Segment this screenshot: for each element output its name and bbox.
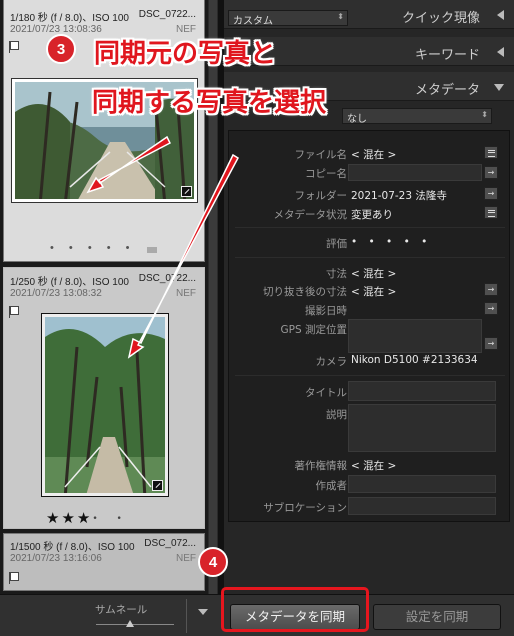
creator-field[interactable] [348,475,496,493]
collapse-arrow-icon [497,10,504,20]
field-label: フォルダー [294,190,348,202]
metadata-title: メタデータ [414,83,480,98]
highlight-box [221,587,369,632]
metadata-row-copyright: 著作権情報 < 混在 > [229,456,511,475]
metadata-preset-value: なし [347,114,367,125]
divider [235,375,505,376]
toolbar-menu-icon[interactable] [198,609,208,615]
thumbnail-size-slider[interactable] [96,624,174,625]
metadata-row-cropped: 切り抜き後の寸法 < 混在 > [229,282,511,301]
photo-thumbnail[interactable] [41,313,169,497]
arrow-right-icon[interactable]: → [484,166,498,179]
step-4-marker: 4 [198,547,228,577]
chevron-updown-icon: ⬍ [481,110,488,119]
flag-icon[interactable] [9,572,19,584]
thumbnail-size-label: サムネール [95,604,148,616]
field-label: GPS 測定位置 [280,324,347,336]
field-label: タイトル [305,387,347,399]
field-label: メタデータ状況 [273,209,348,221]
metadata-row-capture-time: 撮影日時 [229,301,511,320]
flag-icon[interactable] [9,306,19,318]
collapse-arrow-icon [497,47,504,57]
keywords-title: キーワード [414,48,480,63]
arrow-right-icon[interactable]: → [484,302,498,315]
metadata-row-camera: カメラ Nikon D5100 #2133634 [229,352,511,371]
field-value: 変更あり [351,209,393,221]
star-rating[interactable]: ★★★• • [46,509,130,527]
field-label: 説明 [326,409,347,421]
metadata-row-status: メタデータ状況 変更あり [229,205,511,224]
file-name: DSC_0722... [138,273,196,284]
metadata-row-dimensions: 寸法 < 混在 > [229,264,511,283]
rating-empty: • • [92,514,130,524]
field-value[interactable]: < 混在 > [351,458,396,473]
metadata-preset-select[interactable]: なし ⬍ [342,108,492,125]
file-name: DSC_072... [144,538,196,549]
list-menu-icon[interactable] [484,146,498,159]
file-extension: NEF [176,553,196,564]
capture-date: 2021/07/23 13:08:32 [10,288,102,299]
field-value: 2021-07-23 法隆寺 [351,190,447,202]
divider [235,227,505,228]
saved-preset-value: カスタム [233,16,273,27]
field-value: < 混在 > [351,268,397,280]
sync-settings-button[interactable]: 設定を同期 [373,604,501,630]
field-value: Nikon D5100 #2133634 [351,354,478,366]
field-value[interactable]: < 混在 > [351,147,396,162]
rating-dots[interactable]: • • • • • [50,242,135,254]
arrow-right-icon[interactable]: → [484,337,498,350]
field-label: 著作権情報 [294,460,348,472]
capture-date: 2021/07/23 13:08:36 [10,24,102,35]
field-label: 撮影日時 [305,305,347,317]
file-extension: NEF [176,288,196,299]
color-label-icon [147,247,157,253]
expand-arrow-icon [494,84,504,91]
metadata-row-rating: 評価 • • • • • [229,234,511,253]
field-label: コピー名 [305,168,347,180]
title-field[interactable] [348,381,496,401]
step-3-marker: 3 [46,34,76,64]
exposure-info: 1/250 秒 (f / 8.0)、ISO 100 [10,277,129,288]
field-label: 切り抜き後の寸法 [263,286,347,298]
sublocation-field[interactable] [348,497,496,515]
metadata-row-filename: ファイル名 < 混在 > [229,145,511,164]
capture-date: 2021/07/23 13:16:06 [10,553,102,564]
rating-dots[interactable]: • • • • • [351,236,431,248]
list-menu-icon[interactable] [484,206,498,219]
filmstrip-cell-target[interactable]: 1/250 秒 (f / 8.0)、ISO 100 DSC_0722... 20… [3,267,205,529]
divider [235,257,505,258]
callout-line-2: 同期する写真を選択 [92,88,327,118]
divider [186,599,187,633]
slider-knob-icon[interactable] [126,620,134,627]
rating-stars: ★★★ [46,509,93,527]
field-label: 作成者 [315,480,348,492]
metadata-fields: ファイル名 < 混在 > コピー名 → フォルダー 2021-07-23 法隆寺… [228,130,510,522]
gps-field[interactable] [348,319,482,353]
quick-develop-title: クイック現像 [401,11,480,26]
caption-field[interactable] [348,404,496,452]
exposure-info: 1/180 秒 (f / 8.0)、ISO 100 [10,13,129,24]
filmstrip-cell[interactable]: 1/1500 秒 (f / 8.0)、ISO 100 DSC_072... 20… [3,533,205,591]
develop-settings-icon [181,186,192,197]
field-label: サブロケーション [263,502,347,514]
field-value: < 混在 > [351,286,397,298]
copy-name-field[interactable] [348,164,482,181]
field-label: カメラ [315,356,348,368]
develop-settings-icon [152,480,163,491]
metadata-row-folder: フォルダー 2021-07-23 法隆寺 [229,186,511,205]
file-name: DSC_0722... [138,9,196,20]
flag-icon[interactable] [9,41,19,53]
callout-line-1: 同期元の写真と [94,39,277,69]
quick-develop-header[interactable]: カスタム ⬍ クイック現像 [224,0,514,29]
chevron-updown-icon: ⬍ [337,12,344,21]
saved-preset-select[interactable]: カスタム ⬍ [228,10,348,27]
exposure-info: 1/1500 秒 (f / 8.0)、ISO 100 [10,542,135,553]
arrow-right-icon[interactable]: → [484,187,498,200]
lightroom-window: 1/180 秒 (f / 8.0)、ISO 100 DSC_0722... 20… [0,0,514,636]
field-label: ファイル名 [294,149,348,161]
field-label: 寸法 [326,268,347,280]
field-label: 評価 [326,238,347,250]
arrow-right-icon[interactable]: → [484,283,498,296]
